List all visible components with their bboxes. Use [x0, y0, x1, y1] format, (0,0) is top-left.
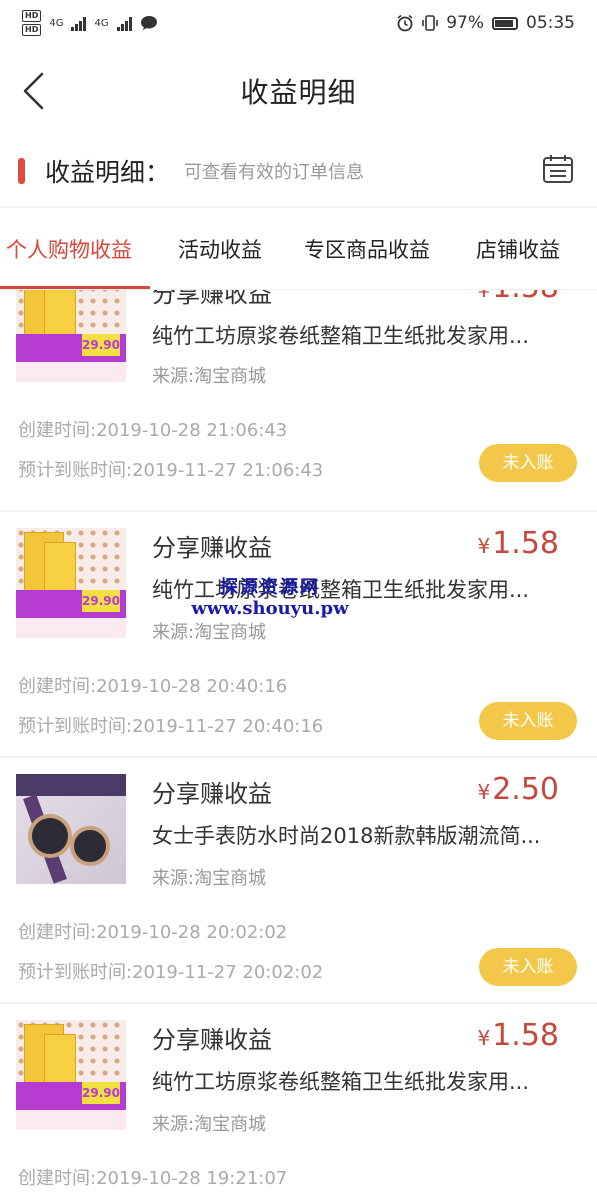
order-source: 来源:淘宝商城: [152, 622, 267, 643]
thumb-price: 29.90: [82, 590, 120, 612]
product-image: [16, 774, 126, 884]
product-name: 女士手表防水时尚2018新款韩版潮流简...: [152, 824, 541, 848]
product-name: 纯竹工坊原浆卷纸整箱卫生纸批发家用...: [152, 324, 530, 348]
nav-bar: 收益明细: [0, 46, 597, 136]
section-title: 收益明细：: [45, 158, 171, 187]
status-right: 97% 05:35: [396, 13, 575, 33]
list-item[interactable]: 29.90 分享赚收益 ¥1.58 纯竹工坊原浆卷纸整箱卫生纸批发家用... 来…: [0, 290, 597, 510]
thumb-price: 29.90: [82, 1082, 120, 1104]
tab-activity[interactable]: 活动收益: [178, 234, 262, 264]
calendar-icon: [543, 155, 573, 183]
battery-percent: 97%: [446, 13, 484, 33]
network-label-2: 4G: [94, 17, 109, 29]
created-time: 创建时间:2019-10-28 20:40:16: [18, 676, 288, 697]
expected-time: 预计到账时间:2019-11-27 20:40:16: [18, 716, 324, 737]
earning-type: 分享赚收益: [152, 534, 272, 562]
battery-icon: [492, 16, 518, 30]
tab-bar: 个人购物收益 活动收益 专区商品收益 店铺收益: [0, 208, 597, 290]
created-time: 创建时间:2019-10-28 21:06:43: [18, 420, 288, 441]
product-name: 纯竹工坊原浆卷纸整箱卫生纸批发家用...: [152, 1070, 530, 1094]
product-image: 29.90: [16, 528, 126, 638]
chevron-left-icon: [23, 72, 44, 110]
tab-store[interactable]: 店铺收益: [476, 234, 560, 264]
earning-amount: ¥1.58: [477, 1018, 559, 1053]
watermark-title: 探源资源网: [220, 577, 320, 598]
hd-badge-bottom: HD: [22, 24, 42, 36]
signal-icon-2: [116, 15, 132, 31]
tab-zone-products[interactable]: 专区商品收益: [304, 234, 430, 264]
earning-amount: ¥2.50: [477, 772, 559, 807]
watermark: 探源资源网 www.shouyu.pw: [150, 578, 390, 620]
created-time: 创建时间:2019-10-28 19:21:07: [18, 1168, 288, 1189]
calendar-button[interactable]: [541, 152, 575, 186]
clock: 05:35: [526, 13, 575, 33]
order-source: 来源:淘宝商城: [152, 366, 267, 387]
watermark-url: www.shouyu.pw: [191, 598, 349, 619]
expected-time: 预计到账时间:2019-11-27 20:02:02: [18, 962, 324, 983]
earning-type: 分享赚收益: [152, 290, 272, 308]
product-image: 29.90: [16, 1020, 126, 1130]
signal-icon: [71, 15, 87, 31]
hd-badge-top: HD: [22, 10, 42, 22]
created-time: 创建时间:2019-10-28 20:02:02: [18, 922, 288, 943]
status-badge[interactable]: 未入账: [479, 702, 577, 740]
page-title: 收益明细: [240, 76, 357, 109]
section-accent-bar: [18, 158, 25, 184]
section-description: 可查看有效的订单信息: [184, 162, 365, 183]
status-left: HD HD 4G 4G: [22, 10, 158, 36]
section-header: 收益明细： 可查看有效的订单信息: [0, 136, 597, 206]
active-tab-indicator: [0, 286, 150, 289]
status-badge[interactable]: 未入账: [479, 948, 577, 986]
earning-amount: ¥1.58: [477, 526, 559, 561]
alarm-icon: [397, 14, 413, 32]
network-label-1: 4G: [49, 17, 64, 29]
thumb-price: 29.90: [82, 334, 120, 356]
status-bar: HD HD 4G 4G 97% 05:35: [0, 0, 597, 46]
tab-personal-shopping[interactable]: 个人购物收益: [6, 234, 132, 264]
expected-time: 预计到账时间:2019-11-27 21:06:43: [18, 460, 324, 481]
message-icon: [140, 16, 157, 30]
order-source: 来源:淘宝商城: [152, 1114, 267, 1135]
list-item[interactable]: 29.90 分享赚收益 ¥1.58 纯竹工坊原浆卷纸整箱卫生纸批发家用... 来…: [0, 512, 597, 756]
list-item[interactable]: 29.90 分享赚收益 ¥1.58 纯竹工坊原浆卷纸整箱卫生纸批发家用... 来…: [0, 1004, 597, 1200]
vibrate-icon: [422, 15, 439, 31]
status-badge[interactable]: 未入账: [479, 444, 577, 482]
earning-type: 分享赚收益: [152, 780, 272, 808]
earnings-list: 29.90 分享赚收益 ¥1.58 纯竹工坊原浆卷纸整箱卫生纸批发家用... 来…: [0, 290, 597, 1200]
earning-type: 分享赚收益: [152, 1026, 272, 1054]
hd-indicator: HD HD: [22, 10, 42, 36]
product-image: 29.90: [16, 290, 126, 382]
earning-amount: ¥1.58: [477, 290, 559, 305]
back-button[interactable]: [20, 66, 60, 116]
list-item[interactable]: 分享赚收益 ¥2.50 女士手表防水时尚2018新款韩版潮流简... 来源:淘宝…: [0, 758, 597, 1002]
order-source: 来源:淘宝商城: [152, 868, 267, 889]
